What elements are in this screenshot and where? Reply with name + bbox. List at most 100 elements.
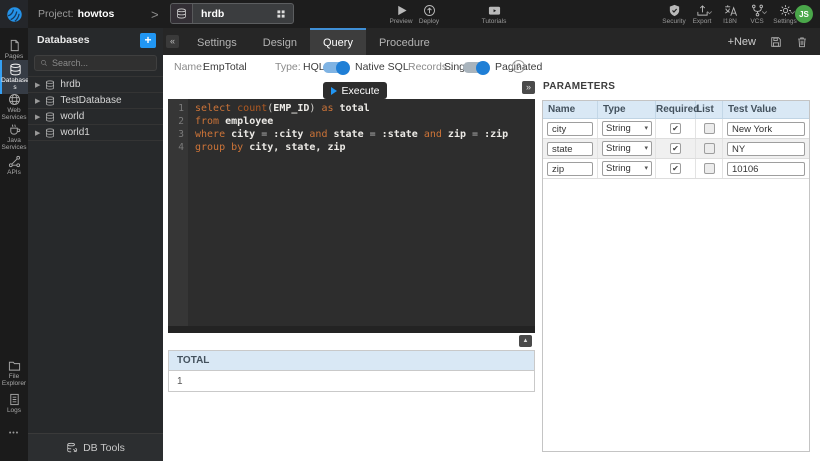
param-name-input[interactable]: city	[547, 122, 593, 136]
search-icon	[40, 59, 48, 67]
security-label: Security	[662, 18, 685, 25]
type-toggle[interactable]	[323, 62, 349, 73]
code-token: :state	[382, 129, 424, 140]
code-token: )	[309, 103, 321, 114]
param-type-value: String	[606, 162, 631, 176]
param-test-value-input[interactable]: New York	[727, 122, 805, 136]
code-line: select count(EMP_ID) as total	[195, 102, 535, 115]
param-test-value-input[interactable]: NY	[727, 142, 805, 156]
parameters-title: PARAMETERS	[543, 81, 615, 92]
translate-icon	[724, 4, 737, 17]
sidebar-item-web-services[interactable]: Web Services	[0, 90, 28, 124]
param-column-header: Name	[543, 101, 598, 118]
db-tree-item-TestDatabase[interactable]: ▶TestDatabase	[28, 93, 163, 109]
sidebar-item-logs[interactable]: Logs	[0, 390, 28, 417]
collapse-panel-icon[interactable]: «	[166, 35, 179, 48]
app-logo[interactable]	[0, 0, 28, 28]
help-icon[interactable]: ?	[512, 60, 525, 73]
db-tree-item-world1[interactable]: ▶world1	[28, 125, 163, 141]
parameters-header-row: NameTypeRequiredListTest Value	[543, 101, 809, 119]
code-line: where city = :city and state = :state an…	[195, 128, 535, 141]
expand-caret-icon[interactable]: ▶	[35, 97, 40, 105]
code-token: =	[370, 129, 382, 140]
tab-procedure[interactable]: Procedure	[366, 28, 443, 55]
database-icon	[45, 96, 55, 106]
export-label: Export	[693, 18, 712, 25]
tabs: SettingsDesignQueryProcedure	[184, 28, 443, 55]
database-search-input[interactable]: Search...	[34, 55, 157, 71]
sidebar-item-pages[interactable]: Pages	[0, 36, 28, 63]
sidebar-item-file-explorer[interactable]: File Explorer	[0, 356, 28, 390]
name-label: Name:	[174, 59, 205, 75]
records-toggle[interactable]	[463, 62, 489, 73]
param-list-checkbox[interactable]	[704, 123, 715, 134]
code-token: :zip	[484, 129, 508, 140]
param-required-checkbox[interactable]: ✔	[670, 163, 681, 174]
param-type-value: String	[606, 122, 631, 136]
avatar[interactable]: JS	[795, 5, 813, 23]
param-name-input[interactable]: state	[547, 142, 593, 156]
code-line: from employee	[195, 115, 535, 128]
expand-caret-icon[interactable]: ▶	[35, 129, 40, 137]
param-type-select[interactable]: String▾	[602, 141, 652, 156]
expand-caret-icon[interactable]: ▶	[35, 81, 40, 89]
delete-icon[interactable]	[796, 36, 808, 48]
tab-query[interactable]: Query	[310, 28, 366, 55]
code-token: state	[334, 129, 370, 140]
editor-line-numbers: 1234	[168, 99, 188, 333]
expand-parameters-icon[interactable]: »	[522, 81, 535, 94]
param-type-select[interactable]: String▾	[602, 121, 652, 136]
code-token: count	[237, 103, 267, 114]
entity-tab-hrdb[interactable]: hrdb	[170, 3, 294, 24]
sidebar-item-label: Pages	[0, 53, 28, 60]
param-type-value: String	[606, 142, 631, 156]
db-tree-item-world[interactable]: ▶world	[28, 109, 163, 125]
tutorials-button[interactable]: Tutorials	[476, 4, 512, 25]
type-option-native-sql[interactable]: Native SQL	[355, 59, 409, 75]
type-toggle-knob	[336, 61, 350, 75]
new-query-button[interactable]: +New	[728, 36, 756, 48]
database-icon	[171, 4, 193, 23]
sidebar-more-icon[interactable]: •••	[0, 430, 28, 437]
records-toggle-knob	[476, 61, 490, 75]
results-header: TOTAL	[169, 351, 534, 371]
param-list-checkbox[interactable]	[704, 143, 715, 154]
param-required-checkbox[interactable]: ✔	[670, 123, 681, 134]
tab-design[interactable]: Design	[250, 28, 310, 55]
sidebar-item-apis[interactable]: APIs	[0, 152, 28, 179]
databases-panel: Databases + Search... ▶hrdb▶TestDatabase…	[28, 28, 163, 461]
sidebar-item-databases[interactable]: Databases	[0, 60, 28, 94]
param-test-value-input[interactable]: 10106	[727, 162, 805, 176]
database-icon	[45, 128, 55, 138]
sql-editor[interactable]: 1234 select count(EMP_ID) as totalfrom e…	[168, 99, 535, 333]
execute-label: Execute	[342, 85, 380, 97]
gear-icon	[779, 4, 792, 17]
add-database-button[interactable]: +	[140, 33, 156, 48]
tutorials-label: Tutorials	[482, 18, 507, 25]
tab-settings[interactable]: Settings	[184, 28, 250, 55]
param-type-select[interactable]: String▾	[602, 161, 652, 176]
collapse-results-icon[interactable]: ▲	[519, 335, 532, 347]
sidebar-item-java-services[interactable]: Java Services	[0, 120, 28, 154]
param-name-input[interactable]: zip	[547, 162, 593, 176]
databases-panel-header: Databases +	[28, 28, 163, 54]
editor-scrollbar[interactable]	[168, 326, 535, 333]
deploy-button[interactable]: Deploy	[411, 4, 447, 25]
execute-button[interactable]: Execute	[323, 82, 387, 99]
db-tree-item-hrdb[interactable]: ▶hrdb	[28, 77, 163, 93]
preview-label: Preview	[389, 18, 412, 25]
expand-caret-icon[interactable]: ▶	[35, 113, 40, 121]
save-icon[interactable]	[770, 36, 782, 48]
param-required-checkbox[interactable]: ✔	[670, 143, 681, 154]
code-token: group by	[195, 142, 249, 153]
editor-code[interactable]: select count(EMP_ID) as totalfrom employ…	[188, 99, 535, 333]
logo-icon	[6, 6, 23, 23]
database-icon	[45, 112, 55, 122]
db-tools-button[interactable]: DB Tools	[28, 433, 163, 461]
grid-icon[interactable]	[276, 9, 286, 19]
type-option-hql[interactable]: HQL	[303, 59, 325, 75]
param-column-header: List	[696, 101, 723, 118]
param-list-checkbox[interactable]	[704, 163, 715, 174]
code-token: employee	[225, 116, 273, 127]
project-name: howtos	[78, 8, 115, 20]
